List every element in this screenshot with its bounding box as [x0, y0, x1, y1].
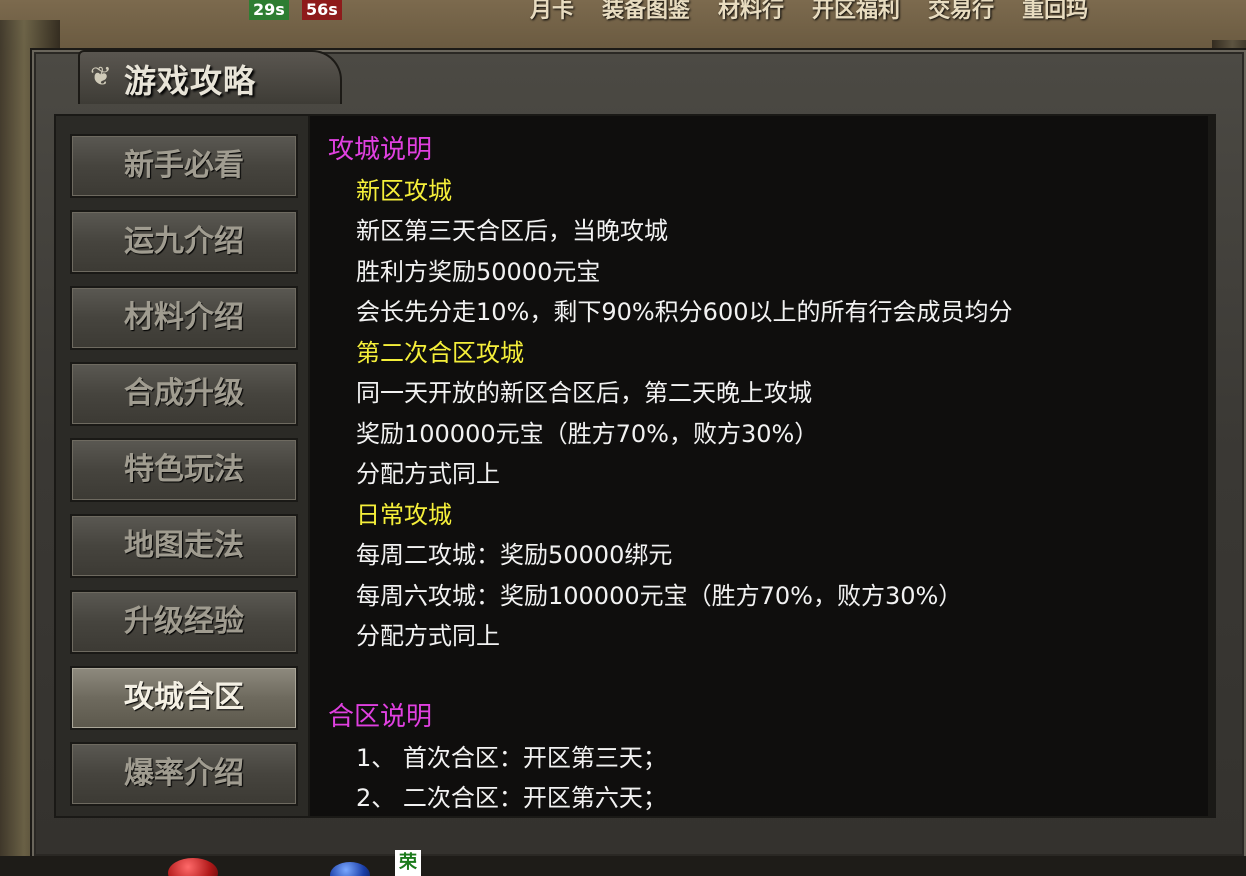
- buff-timer-green: 29s: [249, 0, 289, 20]
- top-hud: 29s 56s 月卡 装备图鉴 材料行 开区福利 交易行 重回玛: [0, 0, 1246, 50]
- body-text: 新区第三天合区后，当晚攻城: [356, 217, 668, 245]
- sidebar-item-drop-rates[interactable]: 爆率介绍: [70, 742, 298, 806]
- body-text: 分配方式同上: [356, 622, 500, 650]
- body-text: 每周二攻城：奖励50000绑元: [356, 541, 673, 569]
- sidebar-item-leveling[interactable]: 升级经验: [70, 590, 298, 654]
- sidebar-item-siege-merge[interactable]: 攻城合区: [70, 666, 298, 730]
- buff-timer-red: 56s: [302, 0, 342, 20]
- honor-badge: 荣: [395, 850, 421, 876]
- top-menu-material-shop[interactable]: 材料行: [718, 0, 784, 24]
- top-menu-trading[interactable]: 交易行: [928, 0, 994, 24]
- section-heading: 合区说明: [328, 702, 433, 732]
- top-menu: 月卡 装备图鉴 材料行 开区福利 交易行 重回玛: [530, 0, 1088, 24]
- body-text: 会长先分走10%，剩下90%积分600以上的所有行会成员均分: [356, 298, 1013, 326]
- list-item: 1、 首次合区：开区第三天；: [356, 743, 667, 772]
- subsection-heading: 新区攻城: [356, 176, 452, 205]
- guide-content-panel[interactable]: 攻城说明新区攻城新区第三天合区后，当晚攻城 胜利方奖励50000元宝会长先分走10…: [308, 114, 1216, 818]
- top-menu-monthly-card[interactable]: 月卡: [530, 0, 574, 24]
- top-menu-server-welfare[interactable]: 开区福利: [812, 0, 900, 24]
- sidebar-item-features[interactable]: 特色玩法: [70, 438, 298, 502]
- body-text: 每周六攻城：奖励100000元宝（胜方70%，败方30%）: [356, 581, 963, 610]
- sidebar-item-crafting[interactable]: 合成升级: [70, 362, 298, 426]
- body-text: 胜利方奖励50000元宝: [356, 257, 601, 286]
- section-heading: 攻城说明: [328, 135, 433, 165]
- window-title: 游戏攻略: [124, 62, 257, 100]
- body-text: 分配方式同上: [356, 460, 500, 488]
- game-scene: 29s 56s 月卡 装备图鉴 材料行 开区福利 交易行 重回玛 ❦ 游戏攻略 …: [0, 0, 1246, 876]
- wing-ornament-icon: ❦: [90, 62, 112, 92]
- body-text: 奖励100000元宝（胜方70%，败方30%）: [356, 419, 819, 448]
- content-scrollbar[interactable]: [1208, 116, 1214, 816]
- sidebar-item-newbie[interactable]: 新手必看: [70, 134, 298, 198]
- guide-content-text: 攻城说明新区攻城新区第三天合区后，当晚攻城 胜利方奖励50000元宝会长先分走10…: [328, 130, 1208, 816]
- list-item: 2、 二次合区：开区第六天；: [356, 784, 667, 812]
- subsection-heading: 日常攻城: [356, 500, 452, 529]
- guide-sidebar: 新手必看 运九介绍 材料介绍 合成升级 特色玩法 地图走法 升级经验 攻城合区 …: [54, 114, 310, 818]
- top-menu-return[interactable]: 重回玛: [1022, 0, 1088, 24]
- subsection-heading: 第二次合区攻城: [356, 338, 524, 367]
- sidebar-item-materials[interactable]: 材料介绍: [70, 286, 298, 350]
- sidebar-item-yunjiu[interactable]: 运九介绍: [70, 210, 298, 274]
- body-text: 同一天开放的新区合区后，第二天晚上攻城: [356, 379, 812, 407]
- sidebar-item-map-routes[interactable]: 地图走法: [70, 514, 298, 578]
- top-menu-equipment-guide[interactable]: 装备图鉴: [602, 0, 690, 24]
